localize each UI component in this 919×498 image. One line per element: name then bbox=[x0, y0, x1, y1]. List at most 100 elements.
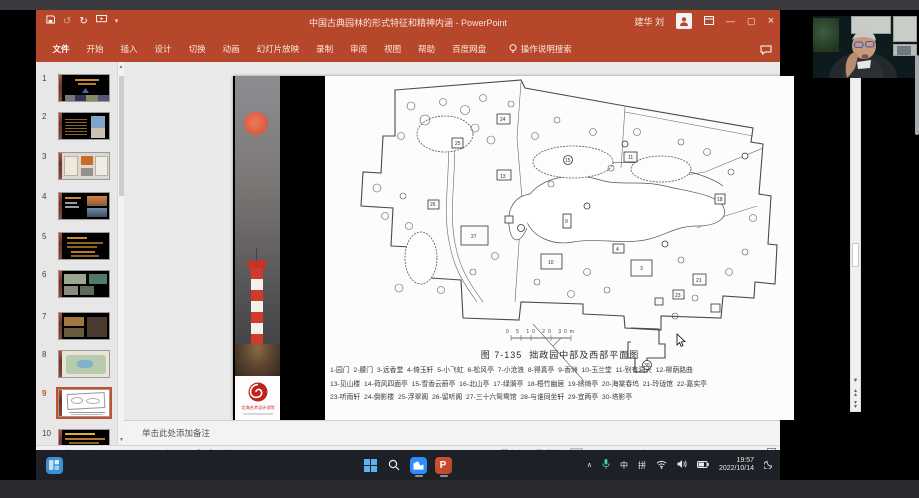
tab-home[interactable]: 开始 bbox=[78, 36, 112, 62]
next-slide-button[interactable]: ▾▾ bbox=[851, 401, 860, 411]
tab-insert[interactable]: 插入 bbox=[112, 36, 146, 62]
slide-number: 10 bbox=[42, 429, 51, 438]
svg-text:13: 13 bbox=[500, 174, 506, 180]
slide-thumbnail-1[interactable] bbox=[58, 74, 110, 102]
plan-legend-line-3: 23-听雨轩 24-倒影楼 25-浮翠阁 26-留听阁 27-三十六鸳鸯馆 28… bbox=[330, 391, 792, 401]
do-not-disturb-moon-icon[interactable] bbox=[764, 459, 774, 471]
slide-thumbnail-5[interactable] bbox=[58, 232, 110, 260]
tab-animations[interactable]: 动画 bbox=[214, 36, 248, 62]
slide-thumbnail-4[interactable] bbox=[58, 192, 110, 220]
slide-thumbnail-7[interactable] bbox=[58, 312, 110, 340]
meeting-top-bar bbox=[0, 0, 919, 10]
ribbon-display-options-icon[interactable] bbox=[704, 16, 714, 27]
battery-icon[interactable] bbox=[697, 461, 709, 470]
svg-text:4: 4 bbox=[616, 247, 619, 253]
notes-placeholder: 单击此处添加备注 bbox=[142, 428, 210, 438]
tab-file[interactable]: 文件 bbox=[44, 36, 78, 62]
garden-plan-figure: 15 13 24 25 26 27 10 3 4 9 11 18 21 23 bbox=[325, 76, 794, 420]
tab-slideshow[interactable]: 幻灯片放映 bbox=[248, 36, 308, 62]
restore-button[interactable]: ▢ bbox=[747, 16, 756, 27]
slide-thumbnail-3[interactable] bbox=[58, 152, 110, 180]
slide-thumbnail-2[interactable] bbox=[58, 112, 110, 140]
tab-review[interactable]: 审阅 bbox=[342, 36, 376, 62]
start-button[interactable] bbox=[360, 455, 380, 475]
widgets-icon[interactable] bbox=[44, 455, 64, 475]
svg-text:9: 9 bbox=[565, 219, 568, 225]
slide-thumbnail-6[interactable] bbox=[58, 270, 110, 298]
quick-access-toolbar: ↺ ↻ ▾ bbox=[46, 15, 118, 27]
panel-scrollbar-right[interactable] bbox=[915, 55, 919, 135]
powerpoint-app-icon[interactable]: P bbox=[433, 455, 453, 475]
slide-scrollbar[interactable]: ▲ ▼ ▴▴ ▾▾ bbox=[850, 62, 861, 412]
meeting-bottom-bar bbox=[0, 480, 919, 498]
tab-baidu-netdisk[interactable]: 百度网盘 bbox=[444, 36, 495, 62]
slide-number: 5 bbox=[42, 232, 46, 241]
ime-mode[interactable]: 拼 bbox=[638, 460, 646, 471]
slide-photo-strip: 北海艺术设计学院 bbox=[235, 76, 280, 420]
logo-text: 北海艺术设计学院 bbox=[241, 405, 274, 411]
tray-time: 19:57 bbox=[736, 457, 754, 464]
tab-help[interactable]: 帮助 bbox=[410, 36, 444, 62]
slide-number: 6 bbox=[42, 270, 46, 279]
slide-thumbnail-panel: 1 2 3 4 bbox=[36, 62, 124, 445]
plan-scale-bar-label: 0 5 10 20 30m bbox=[506, 329, 577, 335]
ime-language[interactable]: 中 bbox=[620, 460, 628, 471]
thumbnail-scrollbar[interactable]: ▲ ▼ bbox=[117, 62, 124, 445]
microphone-icon[interactable] bbox=[602, 459, 610, 472]
tray-chevron-icon[interactable]: ∧ bbox=[587, 461, 592, 469]
slide-number: 4 bbox=[42, 192, 46, 201]
slide-canvas[interactable]: 北海艺术设计学院 bbox=[233, 76, 844, 420]
svg-text:3: 3 bbox=[640, 266, 643, 272]
powerpoint-window: 中国古典园林的形式特征和精神内涵 - PowerPoint ↺ ↻ ▾ 建华 刘… bbox=[36, 10, 780, 450]
close-button[interactable]: × bbox=[768, 15, 774, 27]
figure-caption: 图 7-135 拙政园中部及西部平面图 bbox=[425, 348, 695, 361]
meeting-app-icon[interactable] bbox=[408, 455, 428, 475]
titlebar-controls: 建华 刘 — ▢ × bbox=[635, 13, 774, 29]
tray-clock[interactable]: 19:57 2022/10/14 bbox=[719, 457, 754, 473]
account-name[interactable]: 建华 刘 bbox=[635, 15, 665, 28]
volume-icon[interactable] bbox=[677, 459, 687, 471]
slide-thumbnail-10[interactable] bbox=[58, 429, 110, 445]
qat-customize-icon[interactable]: ▾ bbox=[115, 17, 119, 25]
scroll-down-icon[interactable]: ▼ bbox=[851, 377, 860, 387]
tray-date: 2022/10/14 bbox=[719, 465, 754, 472]
lighthouse-rocks bbox=[235, 344, 280, 378]
slide-number: 1 bbox=[42, 74, 46, 83]
minimize-button[interactable]: — bbox=[726, 16, 735, 26]
tell-me-search[interactable]: 操作说明搜索 bbox=[509, 43, 572, 55]
svg-text:27: 27 bbox=[471, 234, 477, 240]
previous-slide-button[interactable]: ▴▴ bbox=[851, 389, 860, 399]
slide-number: 8 bbox=[42, 350, 46, 359]
mouse-cursor bbox=[677, 334, 685, 346]
participant-video-tile[interactable] bbox=[813, 16, 917, 78]
slide-number: 3 bbox=[42, 152, 46, 161]
slide-number-selected: 9 bbox=[42, 389, 46, 398]
slide-thumbnail-8[interactable] bbox=[58, 350, 110, 378]
start-slideshow-icon[interactable] bbox=[96, 15, 107, 27]
comments-bubble-icon[interactable] bbox=[760, 42, 772, 60]
sun-photo bbox=[244, 112, 268, 135]
tab-record[interactable]: 录制 bbox=[308, 36, 342, 62]
svg-text:23: 23 bbox=[675, 293, 681, 299]
tab-transitions[interactable]: 切换 bbox=[180, 36, 214, 62]
slide-thumbnail-9-selected[interactable] bbox=[58, 389, 110, 417]
tab-design[interactable]: 设计 bbox=[146, 36, 180, 62]
svg-text:24: 24 bbox=[500, 117, 506, 123]
notes-pane[interactable]: 单击此处添加备注 bbox=[124, 420, 780, 445]
windows-taskbar: P ∧ 中 拼 19:57 2022/10/14 bbox=[36, 450, 780, 480]
svg-text:25: 25 bbox=[455, 141, 461, 147]
tab-view[interactable]: 视图 bbox=[376, 36, 410, 62]
system-tray: ∧ 中 拼 19:57 2022/10/14 bbox=[587, 450, 774, 480]
search-icon[interactable] bbox=[384, 455, 404, 475]
avatar[interactable] bbox=[676, 13, 692, 29]
slide-edit-area: 北海艺术设计学院 bbox=[124, 62, 780, 420]
college-logo: 北海艺术设计学院 bbox=[235, 376, 280, 420]
scroll-thumb[interactable] bbox=[852, 243, 859, 267]
undo-icon[interactable]: ↺ bbox=[63, 16, 71, 27]
slide-number: 7 bbox=[42, 312, 46, 321]
redo-icon[interactable]: ↻ bbox=[79, 16, 87, 27]
wifi-icon[interactable] bbox=[656, 460, 667, 471]
plan-legend-line-1: 1-园门 2-腰门 3-远香堂 4-倚玉轩 5-小飞虹 6-松风亭 7-小沧浪 … bbox=[330, 364, 792, 374]
svg-text:18: 18 bbox=[717, 197, 723, 203]
save-icon[interactable] bbox=[46, 15, 55, 27]
